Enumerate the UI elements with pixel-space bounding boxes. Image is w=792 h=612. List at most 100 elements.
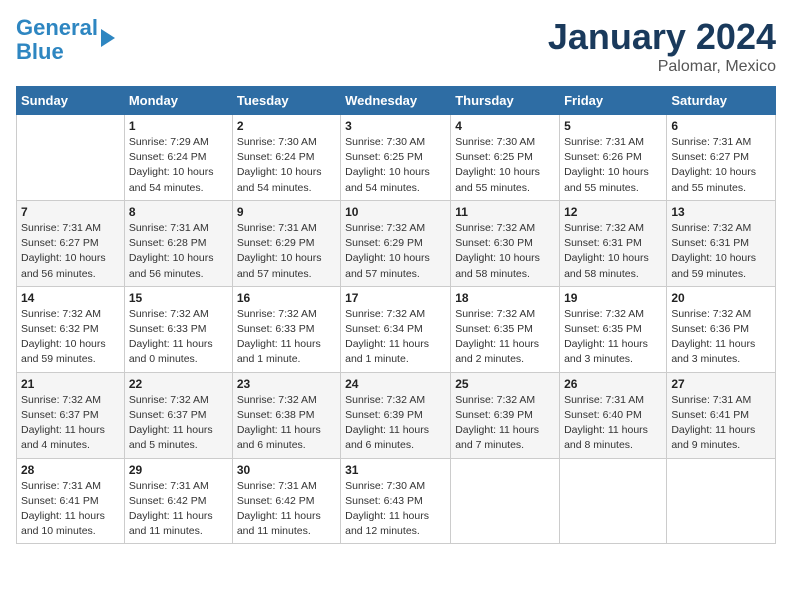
day-info: Sunrise: 7:32 AMSunset: 6:37 PMDaylight:… — [21, 393, 120, 454]
day-number: 18 — [455, 291, 555, 305]
day-info: Sunrise: 7:32 AMSunset: 6:32 PMDaylight:… — [21, 307, 120, 368]
day-number: 22 — [129, 377, 228, 391]
day-cell: 18 Sunrise: 7:32 AMSunset: 6:35 PMDayligh… — [451, 286, 560, 372]
day-info: Sunrise: 7:32 AMSunset: 6:39 PMDaylight:… — [455, 393, 555, 454]
day-cell: 15 Sunrise: 7:32 AMSunset: 6:33 PMDayligh… — [124, 286, 232, 372]
day-cell: 21 Sunrise: 7:32 AMSunset: 6:37 PMDayligh… — [17, 372, 125, 458]
day-number: 19 — [564, 291, 662, 305]
day-cell: 4Sunrise: 7:30 AMSunset: 6:25 PMDaylight… — [451, 115, 560, 201]
day-cell: 5 Sunrise: 7:31 AMSunset: 6:26 PMDaylight… — [560, 115, 667, 201]
day-info: Sunrise: 7:32 AMSunset: 6:31 PMDaylight:… — [564, 221, 662, 282]
week-row-4: 21 Sunrise: 7:32 AMSunset: 6:37 PMDayligh… — [17, 372, 776, 458]
day-cell: 2Sunrise: 7:30 AMSunset: 6:24 PMDaylight… — [232, 115, 340, 201]
header-sunday: Sunday — [17, 87, 125, 115]
day-info: Sunrise: 7:32 AMSunset: 6:38 PMDaylight:… — [237, 393, 336, 454]
calendar-header-row: SundayMondayTuesdayWednesdayThursdayFrid… — [17, 87, 776, 115]
day-info: Sunrise: 7:29 AMSunset: 6:24 PMDaylight:… — [129, 135, 228, 196]
day-cell: 6Sunrise: 7:31 AMSunset: 6:27 PMDaylight… — [667, 115, 776, 201]
day-cell: 19Sunrise: 7:32 AMSunset: 6:35 PMDayligh… — [560, 286, 667, 372]
day-cell: 24Sunrise: 7:32 AMSunset: 6:39 PMDayligh… — [341, 372, 451, 458]
day-cell — [667, 458, 776, 544]
day-cell: 13 Sunrise: 7:32 AMSunset: 6:31 PMDayligh… — [667, 200, 776, 286]
day-number: 20 — [671, 291, 771, 305]
day-info: Sunrise: 7:32 AMSunset: 6:29 PMDaylight:… — [345, 221, 446, 282]
day-cell: 27Sunrise: 7:31 AMSunset: 6:41 PMDayligh… — [667, 372, 776, 458]
day-info: Sunrise: 7:32 AMSunset: 6:35 PMDaylight:… — [455, 307, 555, 368]
day-number: 6 — [671, 119, 771, 133]
header-friday: Friday — [560, 87, 667, 115]
day-cell: 14 Sunrise: 7:32 AMSunset: 6:32 PMDayligh… — [17, 286, 125, 372]
day-number: 10 — [345, 205, 446, 219]
day-info: Sunrise: 7:32 AMSunset: 6:36 PMDaylight:… — [671, 307, 771, 368]
day-cell: 8Sunrise: 7:31 AMSunset: 6:28 PMDaylight… — [124, 200, 232, 286]
day-cell — [17, 115, 125, 201]
logo-arrow-icon — [101, 29, 115, 47]
day-info: Sunrise: 7:31 AMSunset: 6:28 PMDaylight:… — [129, 221, 228, 282]
day-number: 17 — [345, 291, 446, 305]
day-cell: 25 Sunrise: 7:32 AMSunset: 6:39 PMDayligh… — [451, 372, 560, 458]
day-cell: 3 Sunrise: 7:30 AMSunset: 6:25 PMDaylight… — [341, 115, 451, 201]
day-cell: 20 Sunrise: 7:32 AMSunset: 6:36 PMDayligh… — [667, 286, 776, 372]
day-number: 13 — [671, 205, 771, 219]
day-cell: 16 Sunrise: 7:32 AMSunset: 6:33 PMDayligh… — [232, 286, 340, 372]
day-number: 23 — [237, 377, 336, 391]
title-block: January 2024 Palomar, Mexico — [548, 16, 776, 76]
day-number: 15 — [129, 291, 228, 305]
day-info: Sunrise: 7:31 AMSunset: 6:42 PMDaylight:… — [129, 479, 228, 540]
day-cell: 30Sunrise: 7:31 AMSunset: 6:42 PMDayligh… — [232, 458, 340, 544]
week-row-2: 7Sunrise: 7:31 AMSunset: 6:27 PMDaylight… — [17, 200, 776, 286]
day-cell: 23 Sunrise: 7:32 AMSunset: 6:38 PMDayligh… — [232, 372, 340, 458]
day-info: Sunrise: 7:31 AMSunset: 6:27 PMDaylight:… — [21, 221, 120, 282]
day-info: Sunrise: 7:31 AMSunset: 6:42 PMDaylight:… — [237, 479, 336, 540]
day-number: 31 — [345, 463, 446, 477]
day-info: Sunrise: 7:32 AMSunset: 6:37 PMDaylight:… — [129, 393, 228, 454]
day-number: 25 — [455, 377, 555, 391]
day-cell: 31Sunrise: 7:30 AMSunset: 6:43 PMDayligh… — [341, 458, 451, 544]
header-wednesday: Wednesday — [341, 87, 451, 115]
day-cell: 17 Sunrise: 7:32 AMSunset: 6:34 PMDayligh… — [341, 286, 451, 372]
day-number: 12 — [564, 205, 662, 219]
header-thursday: Thursday — [451, 87, 560, 115]
day-cell: 28Sunrise: 7:31 AMSunset: 6:41 PMDayligh… — [17, 458, 125, 544]
day-info: Sunrise: 7:32 AMSunset: 6:31 PMDaylight:… — [671, 221, 771, 282]
day-number: 5 — [564, 119, 662, 133]
day-cell: 11 Sunrise: 7:32 AMSunset: 6:30 PMDayligh… — [451, 200, 560, 286]
day-number: 26 — [564, 377, 662, 391]
month-title: January 2024 — [548, 16, 776, 58]
day-info: Sunrise: 7:31 AMSunset: 6:29 PMDaylight:… — [237, 221, 336, 282]
day-info: Sunrise: 7:32 AMSunset: 6:33 PMDaylight:… — [237, 307, 336, 368]
day-cell — [451, 458, 560, 544]
day-number: 27 — [671, 377, 771, 391]
day-number: 3 — [345, 119, 446, 133]
day-cell: 22 Sunrise: 7:32 AMSunset: 6:37 PMDayligh… — [124, 372, 232, 458]
day-cell — [560, 458, 667, 544]
day-info: Sunrise: 7:30 AMSunset: 6:25 PMDaylight:… — [345, 135, 446, 196]
day-cell: 10 Sunrise: 7:32 AMSunset: 6:29 PMDayligh… — [341, 200, 451, 286]
day-info: Sunrise: 7:32 AMSunset: 6:33 PMDaylight:… — [129, 307, 228, 368]
day-number: 29 — [129, 463, 228, 477]
day-info: Sunrise: 7:30 AMSunset: 6:24 PMDaylight:… — [237, 135, 336, 196]
logo-text: General Blue — [16, 16, 98, 64]
day-cell: 26Sunrise: 7:31 AMSunset: 6:40 PMDayligh… — [560, 372, 667, 458]
day-info: Sunrise: 7:32 AMSunset: 6:30 PMDaylight:… — [455, 221, 555, 282]
day-info: Sunrise: 7:31 AMSunset: 6:26 PMDaylight:… — [564, 135, 662, 196]
calendar-table: SundayMondayTuesdayWednesdayThursdayFrid… — [16, 86, 776, 544]
day-number: 21 — [21, 377, 120, 391]
day-number: 1 — [129, 119, 228, 133]
day-number: 11 — [455, 205, 555, 219]
header-tuesday: Tuesday — [232, 87, 340, 115]
day-cell: 29 Sunrise: 7:31 AMSunset: 6:42 PMDayligh… — [124, 458, 232, 544]
location-title: Palomar, Mexico — [548, 58, 776, 76]
logo: General Blue — [16, 16, 115, 64]
day-number: 4 — [455, 119, 555, 133]
day-cell: 9Sunrise: 7:31 AMSunset: 6:29 PMDaylight… — [232, 200, 340, 286]
day-number: 16 — [237, 291, 336, 305]
day-info: Sunrise: 7:31 AMSunset: 6:41 PMDaylight:… — [21, 479, 120, 540]
day-info: Sunrise: 7:32 AMSunset: 6:34 PMDaylight:… — [345, 307, 446, 368]
day-info: Sunrise: 7:32 AMSunset: 6:39 PMDaylight:… — [345, 393, 446, 454]
day-cell: 12 Sunrise: 7:32 AMSunset: 6:31 PMDayligh… — [560, 200, 667, 286]
page-header: General Blue January 2024 Palomar, Mexic… — [16, 16, 776, 76]
day-number: 14 — [21, 291, 120, 305]
week-row-1: 1 Sunrise: 7:29 AMSunset: 6:24 PMDaylight… — [17, 115, 776, 201]
header-monday: Monday — [124, 87, 232, 115]
